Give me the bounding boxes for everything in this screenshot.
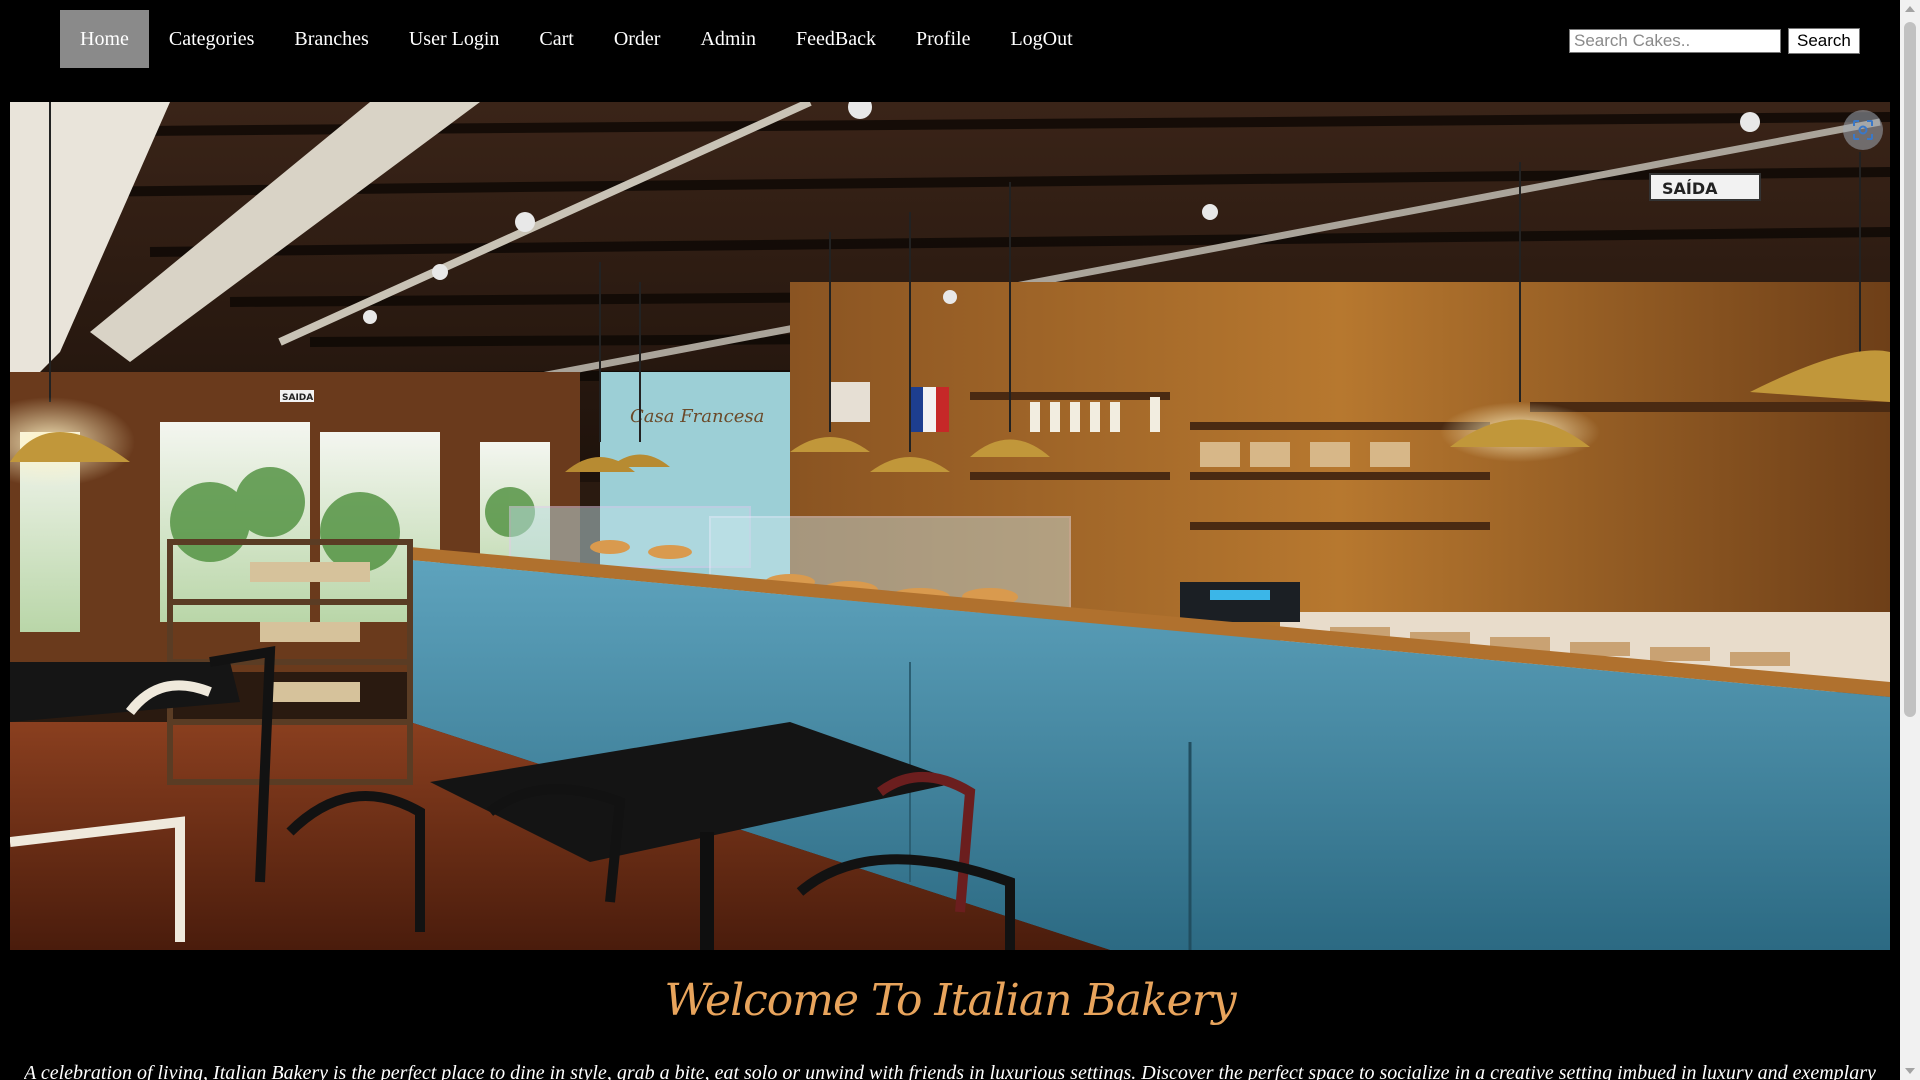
nav-link-order[interactable]: Order (594, 10, 681, 68)
nav-link-home[interactable]: Home (60, 10, 149, 68)
exit-sign-text: SAÍDA (1662, 179, 1718, 198)
scroll-up-arrow-icon[interactable] (1905, 6, 1915, 12)
nav-link-feedback[interactable]: FeedBack (776, 10, 896, 68)
scrollbar-thumb[interactable] (1904, 22, 1916, 717)
scroll-down-arrow-icon[interactable] (1905, 1068, 1915, 1074)
hero-image: Casa Francesa SAÍDA SAIDA (10, 102, 1890, 950)
welcome-title: Welcome To Italian Bakery (664, 975, 1236, 1026)
nav-links: Home Categories Branches User Login Cart Orde… (60, 10, 1093, 68)
bakery-interior-illustration: Casa Francesa SAÍDA SAIDA (10, 102, 1890, 950)
vertical-scrollbar[interactable] (1900, 0, 1920, 1080)
exit-sign-small-text: SAIDA (282, 393, 313, 403)
page: Home Categories Branches User Login Cart Orde… (0, 0, 1920, 1080)
top-navbar: Home Categories Branches User Login Cart Orde… (0, 0, 1900, 80)
visual-search-icon (1852, 119, 1874, 141)
shop-sign-text: Casa Francesa (630, 406, 764, 427)
search-button[interactable]: Search (1788, 28, 1860, 54)
nav-link-categories[interactable]: Categories (149, 10, 275, 68)
intro-paragraph: A celebration of living, Italian Bakery … (24, 1062, 1876, 1080)
nav-link-admin[interactable]: Admin (680, 10, 776, 68)
search-input[interactable] (1569, 29, 1781, 53)
nav-link-logout[interactable]: LogOut (990, 10, 1092, 68)
nav-link-branches[interactable]: Branches (274, 10, 388, 68)
nav-link-user-login[interactable]: User Login (389, 10, 520, 68)
search-form: Search (1569, 28, 1860, 54)
visual-search-button[interactable] (1843, 110, 1883, 150)
nav-link-profile[interactable]: Profile (896, 10, 990, 68)
nav-link-cart[interactable]: Cart (519, 10, 593, 68)
